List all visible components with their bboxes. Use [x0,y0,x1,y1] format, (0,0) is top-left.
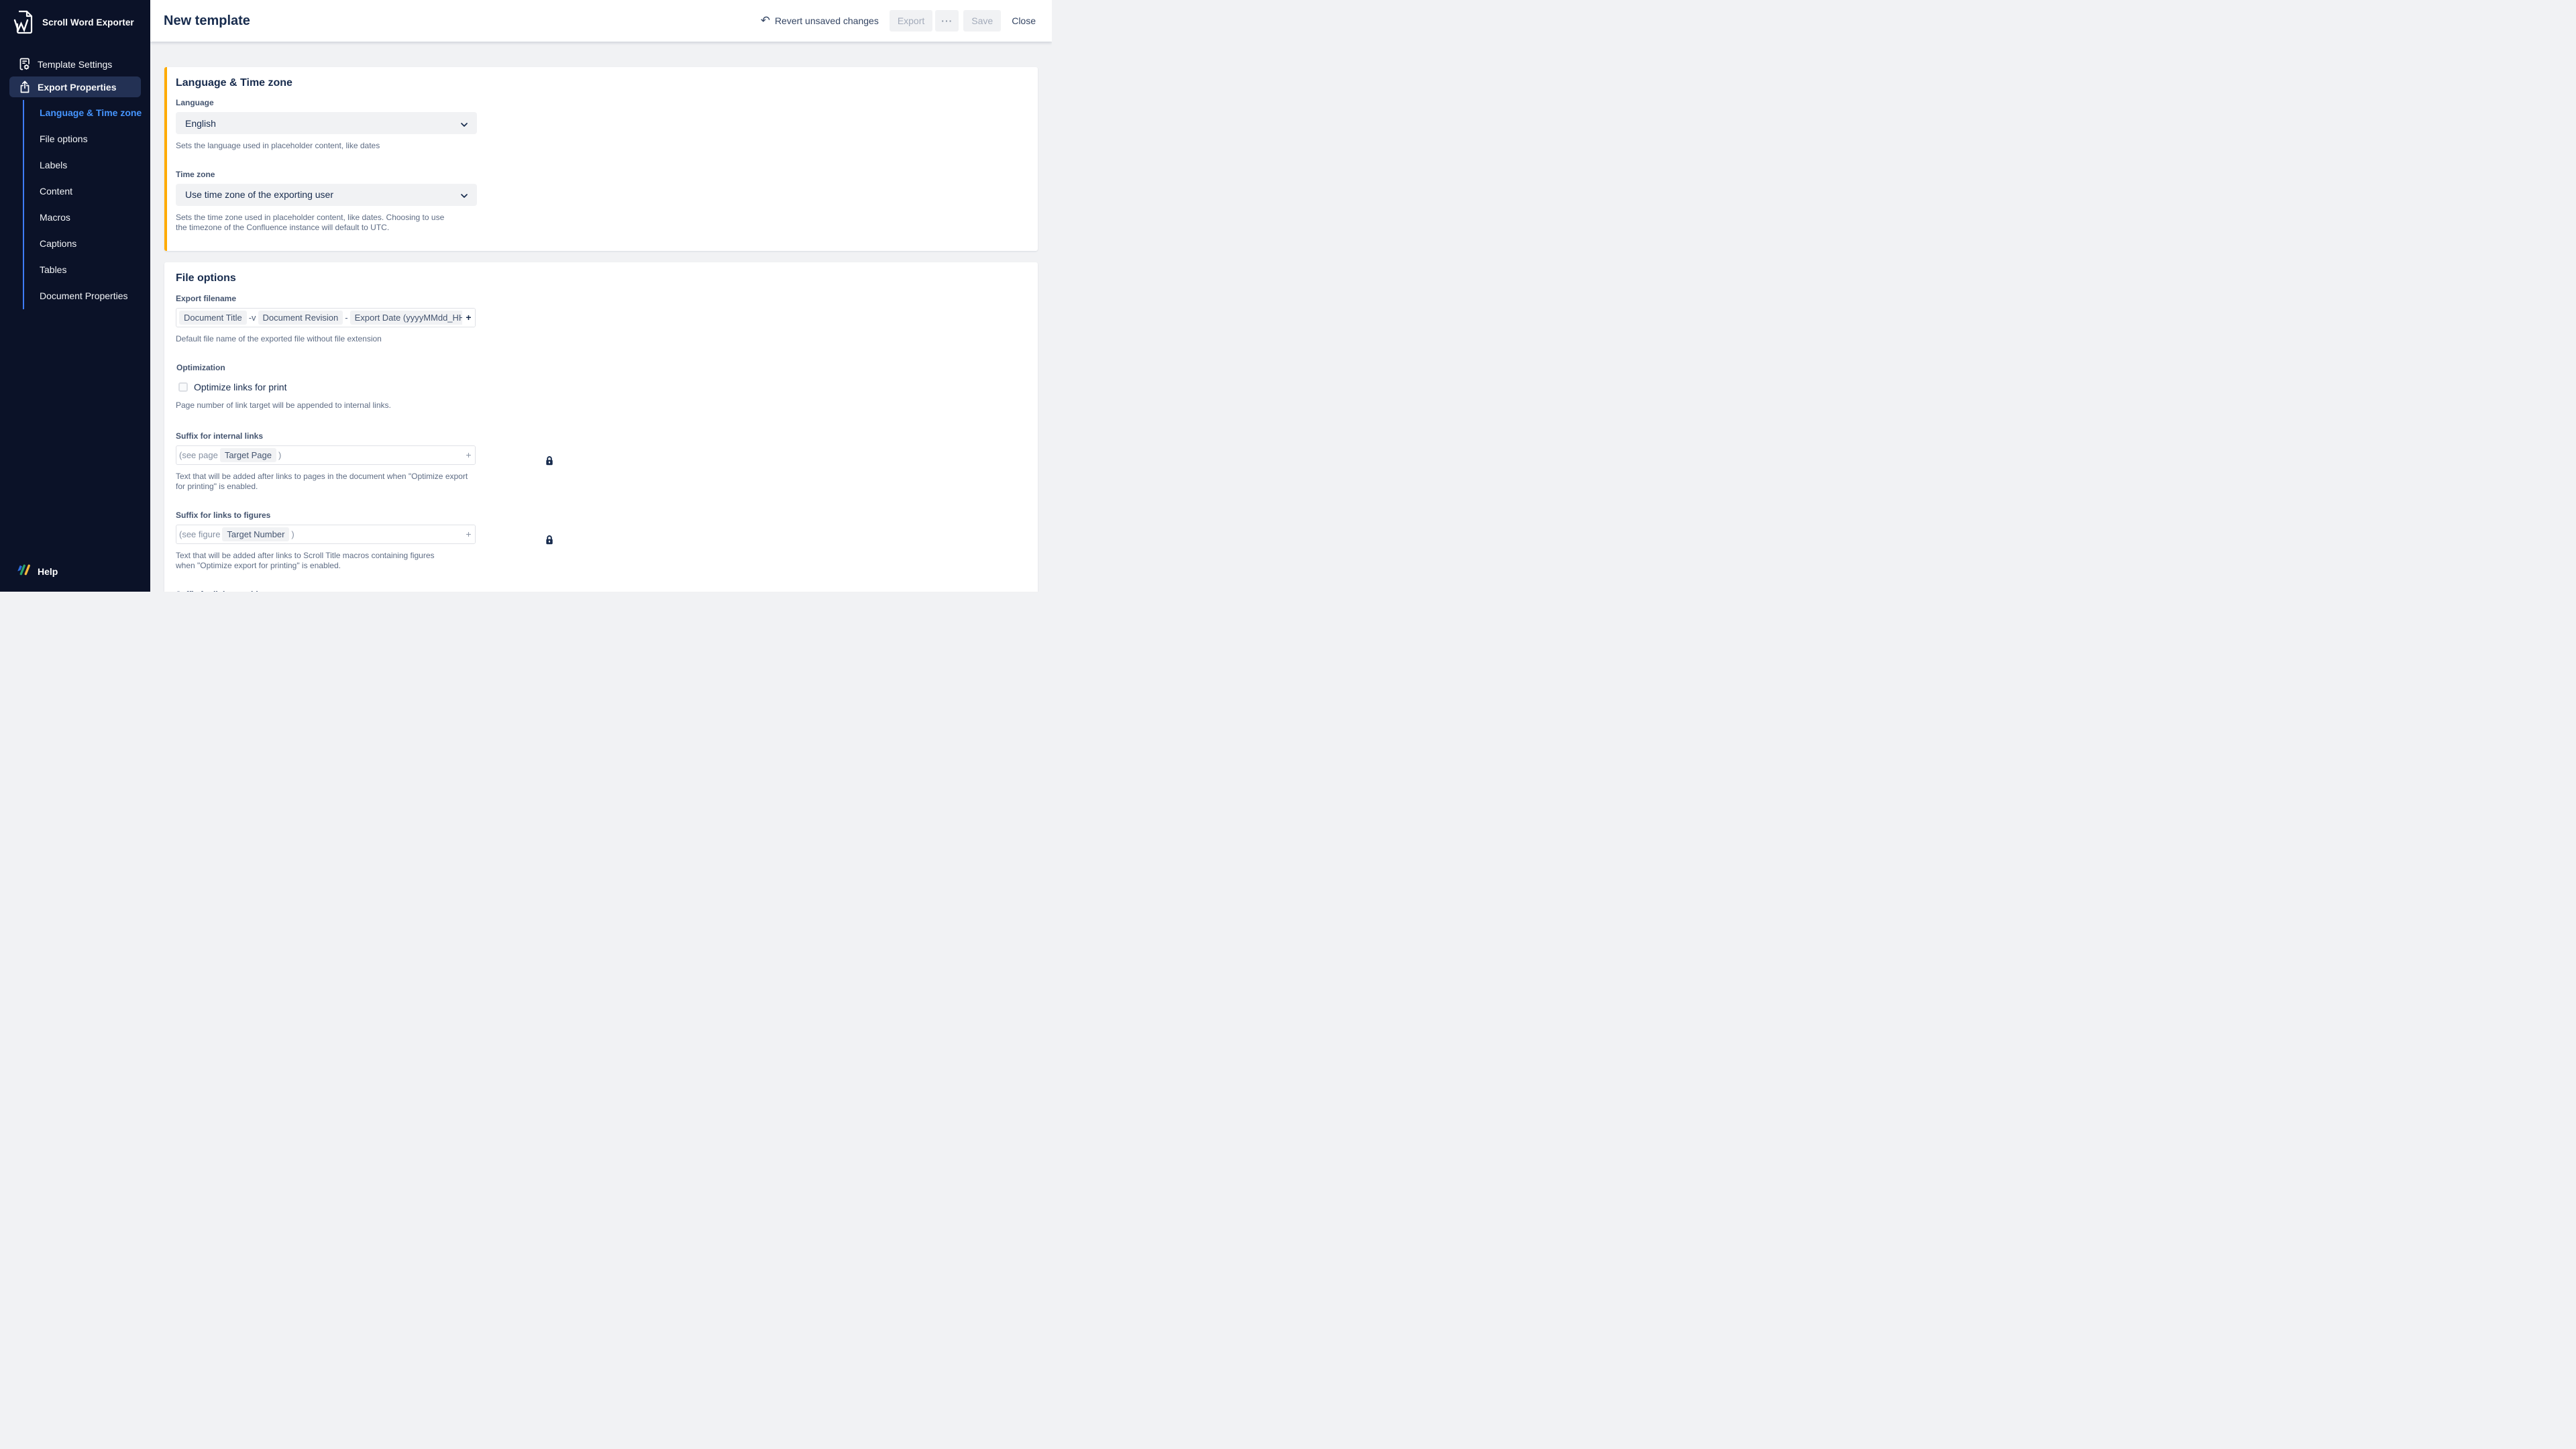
submenu-item-content[interactable]: Content [40,178,150,205]
main-area: New template ↶ Revert unsaved changes Ex… [150,0,1052,592]
app-logo-row: Scroll Word Exporter [0,0,150,44]
topbar: New template ↶ Revert unsaved changes Ex… [150,0,1052,42]
timezone-label: Time zone [176,170,1027,180]
filename-separator: - [345,313,347,323]
sidebar-nav: Template Settings Export Properties Lang… [0,53,150,309]
language-select-value: English [185,118,461,129]
app-title: Scroll Word Exporter [42,17,134,28]
suffix-suffix-text: ) [291,529,294,539]
token-document-title[interactable]: Document Title [179,311,247,325]
optimization-label: Optimization [176,363,1027,373]
sidebar-item-template-settings[interactable]: Template Settings [0,53,150,75]
optimize-links-label[interactable]: Optimize links for print [194,382,286,392]
help-button[interactable]: Help [15,561,58,581]
more-actions-button[interactable]: ··· [935,10,959,32]
add-token-button[interactable]: + [462,525,475,543]
close-button[interactable]: Close [1010,10,1037,32]
suffix-links-tables-label: Suffix for links to tables [176,590,1027,592]
revert-unsaved-changes-button[interactable]: ↶ Revert unsaved changes [761,15,879,27]
suffix-internal-links-help: Text that will be added after links to p… [176,472,471,492]
k15t-help-logo-icon [15,561,33,581]
template-settings-icon [19,58,31,70]
filename-separator: -v [249,313,256,323]
section-title: File options [176,272,1027,284]
scroll-word-exporter-logo-icon [13,10,34,34]
suffix-prefix-text: (see figure [179,529,220,539]
content-scroll-area[interactable]: Language & Time zone Language English Se… [150,42,1052,592]
export-button[interactable]: Export [890,10,932,32]
language-label: Language [176,98,1027,108]
token-document-revision[interactable]: Document Revision [258,311,343,325]
suffix-prefix-text: (see page [179,450,218,460]
suffix-internal-links-label: Suffix for internal links [176,431,1027,441]
sidebar-item-label: Export Properties [38,82,116,93]
add-token-button[interactable]: + [462,309,475,327]
revert-label: Revert unsaved changes [775,15,879,26]
submenu-item-captions[interactable]: Captions [40,231,150,257]
optimize-links-row: Optimize links for print [176,382,1027,392]
token-target-page[interactable]: Target Page [220,448,276,462]
sidebar-item-export-properties[interactable]: Export Properties [9,76,141,97]
chevron-down-icon [461,189,468,200]
optimize-links-help: Page number of link target will be appen… [176,400,1027,411]
token-export-date[interactable]: Export Date (yyyyMMdd_HHmmss [350,311,476,325]
lock-icon[interactable] [545,455,553,469]
lock-icon[interactable] [545,535,553,548]
undo-icon: ↶ [761,15,770,26]
section-file-options: File options Export filename Document Ti… [164,262,1038,592]
submenu-item-labels[interactable]: Labels [40,152,150,178]
sidebar: Scroll Word Exporter Template Settings [0,0,150,592]
suffix-links-figures-help: Text that will be added after links to S… [176,551,451,572]
export-properties-icon [19,80,31,93]
section-language-time-zone: Language & Time zone Language English Se… [164,67,1038,251]
timezone-help: Sets the time zone used in placeholder c… [176,213,452,233]
submenu-item-macros[interactable]: Macros [40,205,150,231]
timezone-select-value: Use time zone of the exporting user [185,189,461,200]
submenu-item-file-options[interactable]: File options [40,126,150,152]
submenu-item-document-properties[interactable]: Document Properties [40,283,150,309]
export-filename-help: Default file name of the exported file w… [176,334,1027,345]
export-filename-label: Export filename [176,294,1027,304]
export-properties-submenu: Language & Time zone File options Labels… [23,100,150,309]
language-help: Sets the language used in placeholder co… [176,141,1027,152]
add-token-button[interactable]: + [462,446,475,464]
language-select[interactable]: English [176,112,477,134]
token-target-number[interactable]: Target Number [222,527,289,541]
submenu-item-language-time-zone[interactable]: Language & Time zone [40,100,150,126]
suffix-suffix-text: ) [278,450,281,460]
suffix-links-figures-input[interactable]: (see figure Target Number ) + [176,525,476,544]
topbar-actions: ↶ Revert unsaved changes Export ··· Save… [761,10,1037,32]
help-label: Help [38,566,58,577]
submenu-item-tables[interactable]: Tables [40,257,150,283]
chevron-down-icon [461,118,468,129]
suffix-internal-links-input[interactable]: (see page Target Page ) + [176,445,476,465]
page-title: New template [164,13,250,29]
timezone-select[interactable]: Use time zone of the exporting user [176,184,477,206]
sidebar-item-label: Template Settings [38,59,112,70]
section-title: Language & Time zone [176,77,1027,89]
save-button[interactable]: Save [963,10,1001,32]
optimize-links-checkbox[interactable] [178,382,188,392]
export-filename-input[interactable]: Document Title -v Document Revision - Ex… [176,308,476,327]
suffix-links-figures-label: Suffix for links to figures [176,511,1027,521]
